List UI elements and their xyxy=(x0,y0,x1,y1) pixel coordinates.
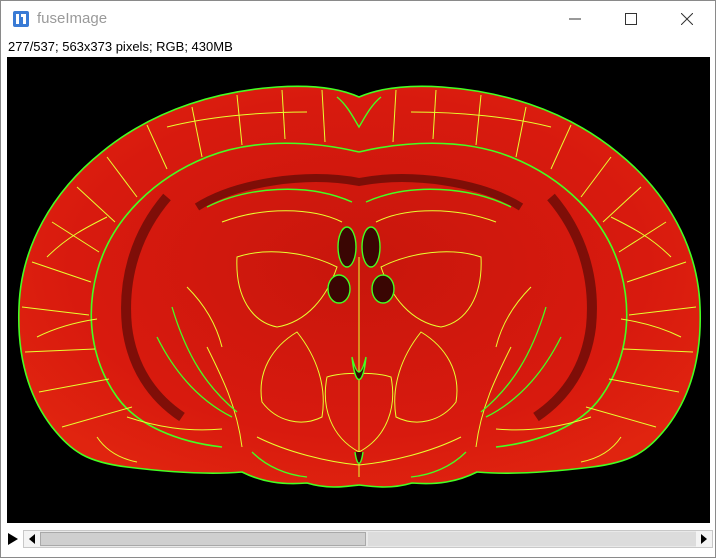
minimize-icon xyxy=(569,18,581,20)
close-button[interactable] xyxy=(659,1,715,37)
imagej-icon xyxy=(13,11,29,27)
chevron-left-icon xyxy=(29,534,35,544)
minimize-button[interactable] xyxy=(547,1,603,37)
stack-slider[interactable] xyxy=(23,530,713,548)
scroll-track-right[interactable] xyxy=(368,532,696,546)
stack-slider-row xyxy=(1,527,715,551)
brain-section-image xyxy=(17,85,702,488)
scroll-left-button[interactable] xyxy=(24,531,40,547)
image-canvas[interactable] xyxy=(7,57,710,523)
title-bar[interactable]: fuseImage xyxy=(1,1,715,37)
maximize-button[interactable] xyxy=(603,1,659,37)
scroll-right-button[interactable] xyxy=(696,531,712,547)
play-icon[interactable] xyxy=(7,532,19,546)
maximize-icon xyxy=(625,13,637,25)
close-icon xyxy=(681,13,693,25)
chevron-right-icon xyxy=(701,534,707,544)
image-window: fuseImage 277/537; 563x373 pixels; RGB; … xyxy=(0,0,716,558)
scroll-thumb[interactable] xyxy=(40,532,366,546)
window-title: fuseImage xyxy=(37,10,108,27)
image-info-text: 277/537; 563x373 pixels; RGB; 430MB xyxy=(8,39,233,54)
